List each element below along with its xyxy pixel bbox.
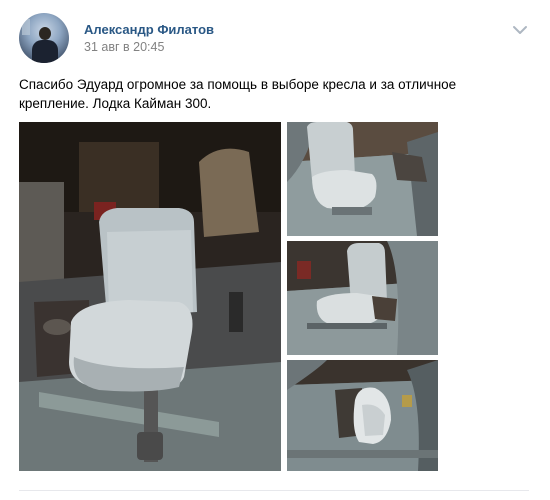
photo-seat-garage-image — [19, 122, 281, 471]
photo-main[interactable] — [19, 122, 281, 471]
avatar[interactable] — [19, 13, 69, 63]
post-divider — [19, 490, 529, 491]
wall-post: Александр Филатов 31 авг в 20:45 Спасибо… — [0, 0, 550, 500]
chevron-down-icon — [513, 26, 527, 34]
avatar-background-sign — [22, 19, 30, 35]
photo-seat-side-image — [287, 241, 438, 355]
author-name[interactable]: Александр Филатов — [84, 22, 214, 38]
avatar-person-body — [32, 40, 58, 63]
post-date[interactable]: 31 авг в 20:45 — [84, 40, 164, 55]
photo-seat-top-image — [287, 122, 438, 236]
post-menu-button[interactable] — [510, 22, 530, 38]
avatar-person-head — [39, 27, 51, 40]
post-text: Спасибо Эдуард огромное за помощь в выбо… — [19, 77, 457, 111]
photo-seat-folded-image — [287, 360, 438, 471]
photo-seat-top[interactable] — [287, 122, 438, 236]
photo-seat-side[interactable] — [287, 241, 438, 355]
photo-seat-folded[interactable] — [287, 360, 438, 471]
